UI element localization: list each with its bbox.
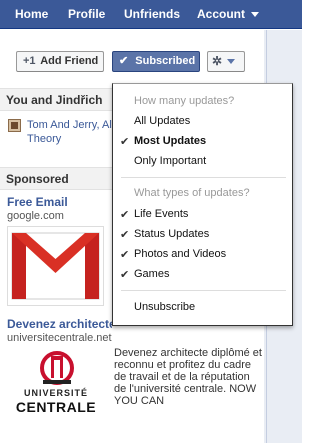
menu-heading-updates: How many updates? xyxy=(134,95,235,107)
shared-like-link[interactable]: Tom And Jerry, Al Theory xyxy=(27,118,117,146)
check-icon: ✔ xyxy=(119,55,129,67)
menu-item-life-events[interactable]: Life Events xyxy=(134,208,188,220)
university-logo-line1: UNIVERSITÉ xyxy=(23,388,88,398)
nav-home-link[interactable]: Home xyxy=(8,0,55,29)
chevron-down-icon xyxy=(251,12,259,18)
check-icon: ✔ xyxy=(120,136,130,148)
menu-separator xyxy=(121,290,286,291)
chevron-down-icon xyxy=(227,59,236,65)
menu-item-most-updates[interactable]: Most Updates xyxy=(134,135,206,147)
add-friend-button[interactable]: +1 Add Friend xyxy=(16,51,104,72)
page: Home Profile Unfriends Account +1 Add Fr… xyxy=(0,0,302,443)
nav-account-label: Account xyxy=(197,7,245,21)
ad-url: google.com xyxy=(7,210,64,222)
top-navigation-bar: Home Profile Unfriends Account xyxy=(0,0,302,29)
ad-title-link[interactable]: Devenez architecte xyxy=(7,317,112,331)
check-icon: ✔ xyxy=(120,249,130,261)
check-icon: ✔ xyxy=(120,229,130,241)
menu-item-only-important[interactable]: Only Important xyxy=(134,155,206,167)
add-friend-icon: +1 xyxy=(23,55,36,67)
check-icon: ✔ xyxy=(120,209,130,221)
subscribed-label: Subscribed xyxy=(135,55,196,67)
ad-title-link[interactable]: Free Email xyxy=(7,195,68,209)
add-friend-label: Add Friend xyxy=(40,55,99,67)
nav-account-menu[interactable]: Account xyxy=(190,0,266,29)
subscription-options-menu: How many updates? All Updates ✔ Most Upd… xyxy=(112,83,293,326)
menu-item-status-updates[interactable]: Status Updates xyxy=(134,228,209,240)
nav-profile-link[interactable]: Profile xyxy=(61,0,112,29)
settings-dropdown-button[interactable]: ✲ xyxy=(207,51,245,72)
gear-icon: ✲ xyxy=(212,54,223,68)
ad-url: universitecentrale.net xyxy=(7,332,112,344)
check-icon: ✔ xyxy=(120,269,130,281)
film-page-icon xyxy=(8,119,21,132)
menu-separator xyxy=(121,177,286,178)
ad-body-text: Devenez architecte diplômé et reconnu et… xyxy=(114,347,262,407)
menu-item-unsubscribe[interactable]: Unsubscribe xyxy=(134,301,195,313)
university-emblem-icon xyxy=(40,351,74,385)
university-logo-line2: CENTRALE xyxy=(15,399,97,415)
subscribed-button[interactable]: ✔ Subscribed xyxy=(112,51,200,72)
nav-unfriends-link[interactable]: Unfriends xyxy=(117,0,187,29)
gmail-envelope-icon xyxy=(8,227,103,305)
menu-item-photos-videos[interactable]: Photos and Videos xyxy=(134,248,226,260)
menu-item-all-updates[interactable]: All Updates xyxy=(134,115,190,127)
menu-item-games[interactable]: Games xyxy=(134,268,169,280)
menu-heading-types: What types of updates? xyxy=(134,187,250,199)
gmail-logo-image[interactable] xyxy=(7,226,104,306)
